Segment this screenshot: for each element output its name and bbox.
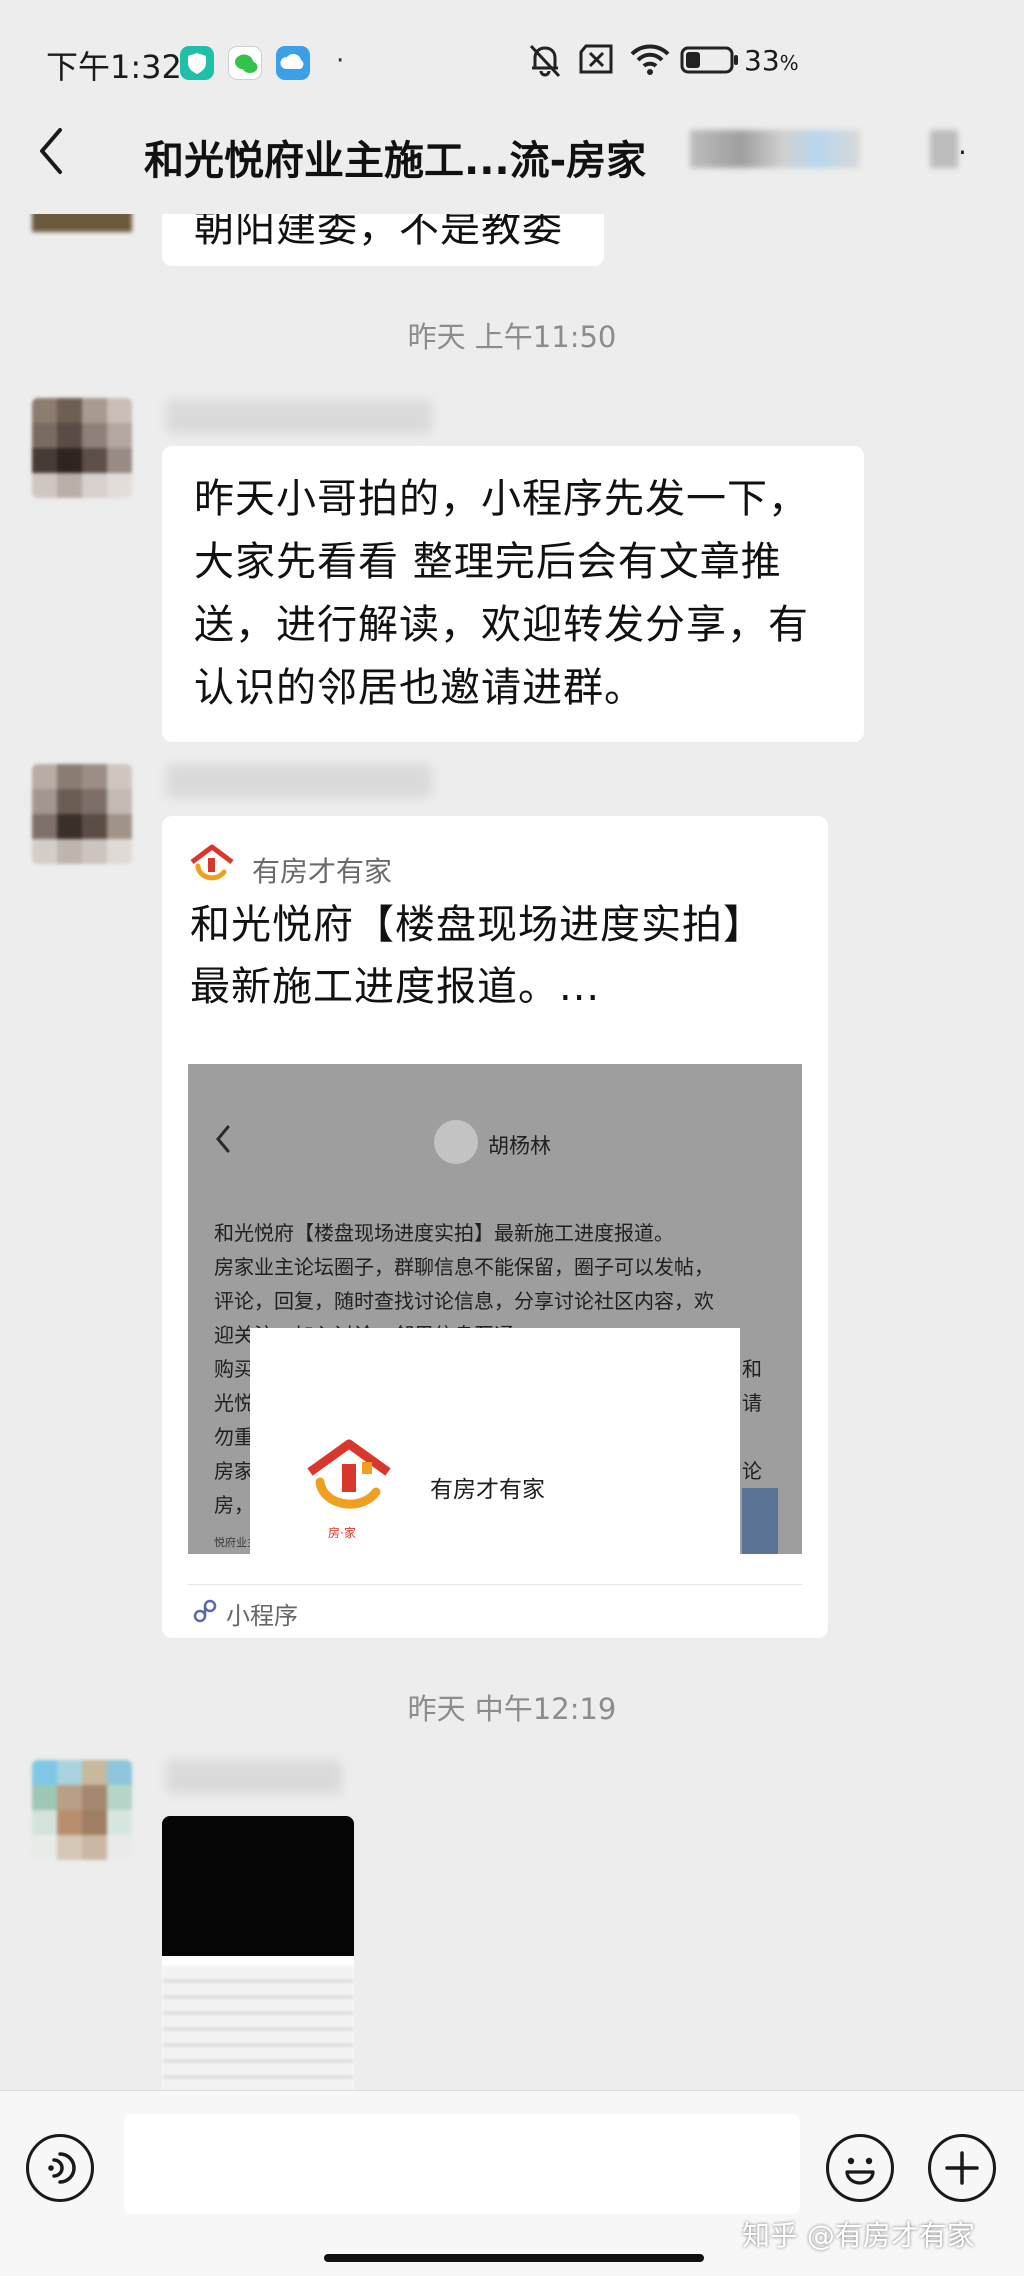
avatar[interactable] — [32, 214, 132, 232]
message-line: 认识的邻居也邀请进群。 — [194, 665, 645, 711]
more-dots-icon[interactable]: · — [958, 136, 967, 169]
house-logo-icon — [302, 1438, 396, 1526]
author-avatar — [434, 1120, 478, 1164]
message-input[interactable] — [124, 2114, 800, 2214]
house-logo-icon — [188, 844, 236, 888]
voice-icon[interactable] — [26, 2134, 94, 2202]
sender-name — [166, 1760, 342, 1794]
image-dark-area — [162, 1816, 354, 1956]
chat-title: 和光悦府业主施工...流-房家 — [144, 138, 647, 184]
sender-name — [166, 400, 432, 434]
avatar[interactable] — [32, 398, 132, 498]
mini-program-label: 小程序 — [226, 1602, 298, 1630]
preview-text-line: 和光悦府【楼盘现场进度实拍】最新施工进度报道。 — [214, 1221, 674, 1245]
logo-caption: 房·家 — [328, 1526, 356, 1540]
zhihu-watermark: 知乎 @有房才有家 — [742, 2219, 975, 2252]
message-text: 朝阳建委，不是教委 — [194, 214, 563, 251]
mini-program-icon — [192, 1598, 218, 1628]
avatar[interactable] — [32, 764, 132, 864]
card-source-name: 有房才有家 — [252, 855, 393, 888]
image-message[interactable] — [162, 1816, 354, 2090]
preview-text-fragment: 光悦 — [214, 1391, 254, 1415]
card-divider — [188, 1584, 802, 1585]
status-time: 下午1:32 — [46, 48, 182, 86]
emoji-icon[interactable] — [826, 2134, 894, 2202]
preview-text-fragment: 和 — [742, 1357, 762, 1381]
wechat-app-icon — [228, 46, 262, 80]
timestamp: 昨天 上午11:50 — [407, 320, 617, 354]
timestamp: 昨天 中午12:19 — [407, 1692, 617, 1726]
title-redacted — [690, 130, 860, 168]
preview-popup: 房·家 有房才有家 — [250, 1328, 740, 1554]
avatar[interactable] — [32, 1760, 132, 1860]
popup-name: 有房才有家 — [430, 1477, 545, 1503]
cloud-app-icon — [276, 46, 310, 80]
chevron-left-icon — [214, 1124, 232, 1158]
battery-icon — [680, 46, 740, 78]
preview-text-line: 购买 — [214, 1357, 254, 1381]
home-indicator[interactable] — [324, 2254, 704, 2262]
card-title-line: 和光悦府【楼盘现场进度实拍】 — [190, 902, 764, 948]
shield-app-icon — [180, 46, 214, 80]
preview-text-line: 评论，回复，随时查找讨论信息，分享讨论社区内容，欢 — [214, 1289, 714, 1313]
image-blurred-list — [162, 1966, 354, 2090]
plus-icon[interactable] — [928, 2134, 996, 2202]
preview-thumbnail — [742, 1488, 778, 1554]
preview-text-fragment: 请 — [742, 1391, 762, 1415]
battery-percent: 33% — [744, 44, 799, 77]
preview-text-fragment: 勿重 — [214, 1425, 254, 1449]
message-line: 送，进行解读，欢迎转发分享，有 — [194, 602, 809, 648]
status-dot: · — [336, 46, 345, 76]
chevron-left-icon[interactable] — [36, 126, 66, 180]
no-sim-icon — [578, 44, 614, 78]
preview-text-fragment: 房家 — [214, 1459, 254, 1483]
chat-area[interactable]: 朝阳建委，不是教委 昨天 上午11:50 昨天小哥拍的，小程序先发一下， 大家先… — [0, 214, 1024, 2090]
message-line: 大家先看看 整理完后会有文章推 — [194, 539, 782, 585]
title-redacted-tail — [930, 130, 958, 168]
card-preview-image: 胡杨林 和光悦府【楼盘现场进度实拍】最新施工进度报道。 房家业主论坛圈子，群聊信… — [188, 1064, 802, 1554]
preview-text-line: 房家业主论坛圈子，群聊信息不能保留，圈子可以发帖， — [214, 1255, 714, 1279]
preview-text-fragment: 房， — [214, 1493, 254, 1517]
mute-bell-icon — [526, 40, 564, 84]
preview-text-fragment: 论 — [742, 1459, 762, 1483]
card-title-line: 最新施工进度报道。... — [190, 964, 601, 1010]
author-name: 胡杨林 — [488, 1134, 551, 1158]
message-line: 昨天小哥拍的，小程序先发一下， — [194, 476, 809, 522]
sender-name — [166, 764, 432, 798]
wifi-icon — [630, 42, 670, 80]
